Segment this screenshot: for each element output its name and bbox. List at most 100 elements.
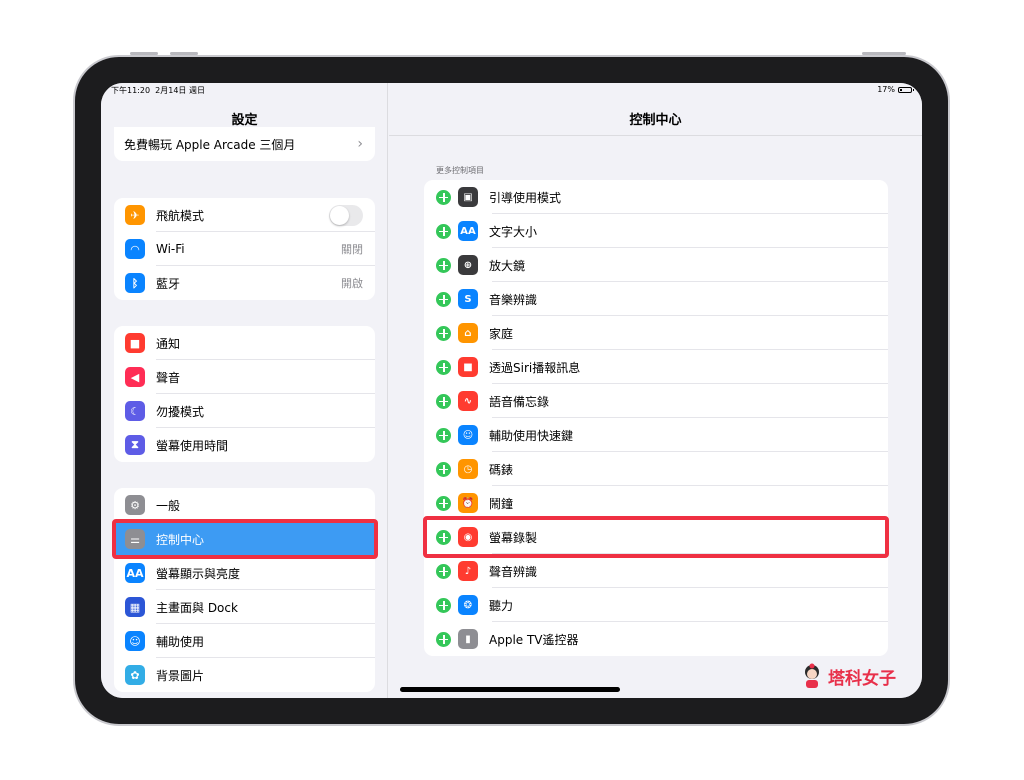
control-item-remote[interactable]: ▮ Apple TV遙控器 bbox=[424, 622, 888, 656]
control-item-alarm[interactable]: ⏰ 鬧鐘 bbox=[424, 486, 888, 520]
sidebar-item-label: 主畫面與 Dock bbox=[156, 600, 238, 615]
add-control-icon[interactable] bbox=[436, 325, 451, 341]
home-grid-icon: ▦ bbox=[125, 597, 145, 617]
waveform-icon: ∿ bbox=[458, 391, 478, 411]
lock-icon: ▣ bbox=[458, 187, 478, 207]
sidebar-item-home-grid[interactable]: ▦ 主畫面與 Dock bbox=[114, 590, 375, 624]
status-date: 2月14日 週日 bbox=[155, 86, 205, 95]
sidebar-item-label: 螢幕使用時間 bbox=[156, 438, 229, 453]
settings-sidebar: 設定 免費暢玩 Apple Arcade 三個月 › ✈ 飛航模式 ◠ Wi-Fi 關閉… bbox=[101, 83, 388, 698]
control-item-label: 鬧鐘 bbox=[489, 496, 514, 511]
control-item-home[interactable]: ⌂ 家庭 bbox=[424, 316, 888, 350]
control-item-label: 透過Siri播報訊息 bbox=[489, 360, 581, 375]
add-control-icon[interactable] bbox=[436, 257, 451, 273]
add-control-icon[interactable] bbox=[436, 597, 451, 613]
sidebar-item-wifi[interactable]: ◠ Wi-Fi 關閉 bbox=[114, 232, 375, 266]
control-item-accessibility[interactable]: ☺ 輔助使用快速鍵 bbox=[424, 418, 888, 452]
wifi-icon: ◠ bbox=[125, 239, 145, 259]
control-item-waveform[interactable]: ∿ 語音備忘錄 bbox=[424, 384, 888, 418]
notifications-group: ■ 通知 ◀ 聲音 ☾ 勿擾模式 ⧗ 螢幕使用時間 bbox=[114, 326, 375, 462]
promo-group: 免費暢玩 Apple Arcade 三個月 › bbox=[114, 127, 375, 161]
sidebar-item-gear[interactable]: ⚙ 一般 bbox=[114, 488, 375, 522]
accessibility-icon: ☺ bbox=[125, 631, 145, 651]
sidebar-item-notification[interactable]: ■ 通知 bbox=[114, 326, 375, 360]
text-size-icon: AA bbox=[125, 563, 145, 583]
control-item-label: 輔助使用快速鍵 bbox=[489, 428, 574, 443]
sidebar-item-text-size[interactable]: AA 螢幕顯示與亮度 bbox=[114, 556, 375, 590]
text-size-icon: AA bbox=[458, 221, 478, 241]
alarm-icon: ⏰ bbox=[458, 493, 478, 513]
sidebar-item-label: 飛航模式 bbox=[156, 208, 205, 223]
moon-icon: ☾ bbox=[125, 401, 145, 421]
screen-recording-highlight bbox=[423, 516, 889, 558]
sidebar-item-value: 開啟 bbox=[341, 277, 363, 290]
control-item-label: 家庭 bbox=[489, 326, 514, 341]
add-control-icon[interactable] bbox=[436, 393, 451, 409]
sidebar-item-hourglass[interactable]: ⧗ 螢幕使用時間 bbox=[114, 428, 375, 462]
sidebar-item-bluetooth[interactable]: ᛒ 藍牙 開啟 bbox=[114, 266, 375, 300]
battery-icon bbox=[898, 86, 914, 93]
status-time: 下午11:20 bbox=[111, 86, 151, 95]
control-item-sound-recognition[interactable]: ♪ 聲音辨識 bbox=[424, 554, 888, 588]
home-icon: ⌂ bbox=[458, 323, 478, 343]
remote-icon: ▮ bbox=[458, 629, 478, 649]
sidebar-item-accessibility[interactable]: ☺ 輔助使用 bbox=[114, 624, 375, 658]
battery-percent: 17% bbox=[877, 85, 895, 94]
control-item-siri-announce[interactable]: ■ 透過Siri播報訊息 bbox=[424, 350, 888, 384]
control-item-shazam[interactable]: S 音樂辨識 bbox=[424, 282, 888, 316]
add-control-icon[interactable] bbox=[436, 631, 451, 647]
sidebar-item-label: 藍牙 bbox=[156, 276, 181, 291]
promo-arcade[interactable]: 免費暢玩 Apple Arcade 三個月 › bbox=[114, 127, 375, 161]
status-bar: 下午11:20 2月14日 週日 17% bbox=[101, 83, 922, 97]
add-control-icon[interactable] bbox=[436, 189, 451, 205]
gear-icon: ⚙ bbox=[125, 495, 145, 515]
wallpaper-icon: ✿ bbox=[125, 665, 145, 685]
control-item-label: 放大鏡 bbox=[489, 258, 526, 273]
chevron-right-icon: › bbox=[357, 136, 363, 152]
control-item-label: 音樂辨識 bbox=[489, 292, 538, 307]
screen: 下午11:20 2月14日 週日 17% 設定 免費暢玩 Apple Arcad… bbox=[101, 83, 922, 698]
top-button bbox=[130, 52, 158, 55]
bluetooth-icon: ᛒ bbox=[125, 273, 145, 293]
add-control-icon[interactable] bbox=[436, 291, 451, 307]
control-item-ear[interactable]: ❂ 聽力 bbox=[424, 588, 888, 622]
ear-icon: ❂ bbox=[458, 595, 478, 615]
add-control-icon[interactable] bbox=[436, 427, 451, 443]
magnifier-icon: ⊕ bbox=[458, 255, 478, 275]
notification-icon: ■ bbox=[125, 333, 145, 353]
add-control-icon[interactable] bbox=[436, 495, 451, 511]
sidebar-item-wallpaper[interactable]: ✿ 背景圖片 bbox=[114, 658, 375, 692]
watermark: 塔科女子 bbox=[800, 663, 896, 689]
add-control-icon[interactable] bbox=[436, 223, 451, 239]
volume-button bbox=[170, 52, 198, 55]
control-item-label: 文字大小 bbox=[489, 224, 538, 239]
control-item-label: 語音備忘錄 bbox=[489, 394, 550, 409]
accessibility-icon: ☺ bbox=[458, 425, 478, 445]
airplane-icon: ✈ bbox=[125, 205, 145, 225]
sidebar-item-speaker[interactable]: ◀ 聲音 bbox=[114, 360, 375, 394]
control-item-lock[interactable]: ▣ 引導使用模式 bbox=[424, 180, 888, 214]
home-indicator bbox=[400, 687, 620, 692]
sidebar-title: 設定 bbox=[231, 113, 258, 128]
power-button bbox=[862, 52, 906, 55]
sidebar-item-airplane[interactable]: ✈ 飛航模式 bbox=[114, 198, 375, 232]
speaker-icon: ◀ bbox=[125, 367, 145, 387]
control-item-text-size[interactable]: AA 文字大小 bbox=[424, 214, 888, 248]
sidebar-item-label: 聲音 bbox=[156, 370, 181, 385]
airplane-mode-toggle[interactable] bbox=[329, 204, 363, 226]
control-item-label: 聽力 bbox=[489, 598, 514, 613]
stopwatch-icon: ◷ bbox=[458, 459, 478, 479]
more-controls-list: ▣ 引導使用模式 AA 文字大小 ⊕ 放大鏡 S 音樂辨識 ⌂ 家庭 ■ 透過Siri播報訊息 ∿ 語音備… bbox=[424, 180, 888, 656]
sidebar-item-label: 一般 bbox=[156, 498, 181, 513]
sound-recognition-icon: ♪ bbox=[458, 561, 478, 581]
control-item-magnifier[interactable]: ⊕ 放大鏡 bbox=[424, 248, 888, 282]
sidebar-item-moon[interactable]: ☾ 勿擾模式 bbox=[114, 394, 375, 428]
sidebar-item-label: 螢幕顯示與亮度 bbox=[156, 566, 241, 581]
add-control-icon[interactable] bbox=[436, 461, 451, 477]
control-item-label: 碼錶 bbox=[489, 462, 514, 477]
add-control-icon[interactable] bbox=[436, 563, 451, 579]
control-item-stopwatch[interactable]: ◷ 碼錶 bbox=[424, 452, 888, 486]
promo-label: 免費暢玩 Apple Arcade 三個月 bbox=[124, 137, 296, 152]
sidebar-item-label: 輔助使用 bbox=[156, 634, 205, 649]
add-control-icon[interactable] bbox=[436, 359, 451, 375]
